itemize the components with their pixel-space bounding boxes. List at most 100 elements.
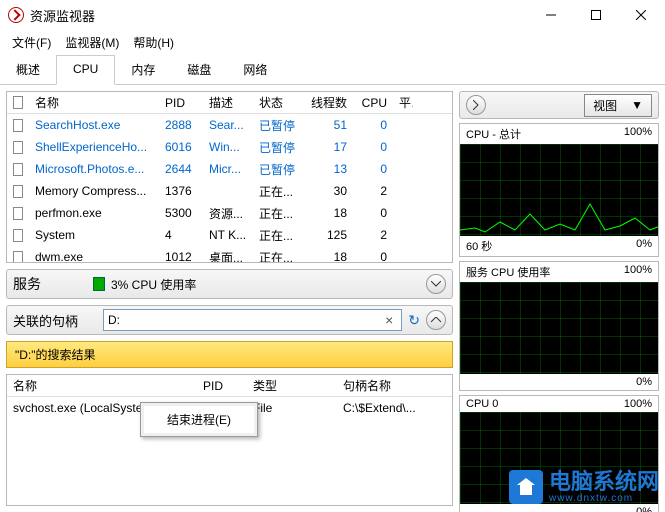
clear-search-icon[interactable]: × (385, 312, 393, 328)
window-title: 资源监视器 (30, 6, 528, 25)
handles-label: 关联的句柄 (13, 311, 103, 330)
row-checkbox[interactable] (13, 141, 23, 154)
table-row[interactable]: SearchHost.exe 2888 Sear... 已暂停 51 0 (7, 114, 452, 136)
services-cpu-text: 3% CPU 使用率 (111, 276, 196, 293)
process-table: 名称 PID 描述 状态 线程数 CPU 平... SearchHost.exe… (6, 91, 453, 263)
col-name[interactable]: 名称 (29, 94, 159, 111)
row-checkbox[interactable] (13, 251, 23, 263)
chart-foot-right: 0% (636, 376, 652, 388)
menu-file[interactable]: 文件(F) (12, 34, 51, 51)
process-table-header: 名称 PID 描述 状态 线程数 CPU 平... (7, 92, 452, 114)
col-threads[interactable]: 线程数 (303, 94, 353, 111)
cell-status: 已暂停 (253, 161, 303, 178)
titlebar[interactable]: 资源监视器 (0, 0, 665, 30)
expand-services-button[interactable] (426, 274, 446, 294)
table-row[interactable]: ShellExperienceHo... 6016 Win... 已暂停 17 … (7, 136, 452, 158)
col-avg[interactable]: 平... (393, 94, 413, 111)
cell-pid: 1012 (159, 250, 203, 262)
table-row[interactable]: dwm.exe 1012 桌面... 正在... 18 0 (7, 246, 452, 262)
hcol-name[interactable]: 名称 (7, 377, 197, 394)
maximize-button[interactable] (573, 0, 618, 30)
handles-table: 名称 PID 类型 句柄名称 svchost.exe (LocalSystemN… (6, 374, 453, 506)
menubar: 文件(F) 监视器(M) 帮助(H) (0, 30, 665, 55)
collapse-charts-button[interactable] (466, 95, 486, 115)
cpu-usage-icon (93, 277, 105, 291)
tab-overview[interactable]: 概述 (0, 55, 56, 84)
cell-threads: 17 (303, 140, 353, 154)
table-row[interactable]: System 4 NT K... 正在... 125 2 (7, 224, 452, 246)
tab-memory[interactable]: 内存 (115, 55, 171, 84)
cell-status: 已暂停 (253, 139, 303, 156)
cell-type: File (247, 401, 337, 415)
cell-desc: NT K... (203, 228, 253, 242)
row-checkbox[interactable] (13, 119, 23, 132)
view-dropdown[interactable]: 视图 ▼ (584, 94, 652, 117)
cell-pid: 5300 (159, 206, 203, 220)
tabs: 概述 CPU 内存 磁盘 网络 (0, 55, 665, 85)
handles-search[interactable]: × (103, 309, 402, 331)
resource-monitor-window: 资源监视器 文件(F) 监视器(M) 帮助(H) 概述 CPU 内存 磁盘 网络… (0, 0, 665, 512)
row-checkbox[interactable] (13, 229, 23, 242)
table-row[interactable]: Microsoft.Photos.e... 2644 Micr... 已暂停 1… (7, 158, 452, 180)
col-pid[interactable]: PID (159, 96, 203, 110)
cell-cpu: 0 (353, 140, 393, 154)
cell-name: Memory Compress... (29, 184, 159, 198)
cell-cpu: 0 (353, 162, 393, 176)
end-process-menuitem[interactable]: 结束进程(E) (144, 406, 254, 433)
charts-toolbar: 视图 ▼ (459, 91, 659, 119)
cell-threads: 18 (303, 206, 353, 220)
col-status[interactable]: 状态 (253, 94, 303, 111)
chart-foot-right: 0% (636, 238, 652, 254)
chart-title: 服务 CPU 使用率 (466, 264, 550, 280)
tab-network[interactable]: 网络 (227, 55, 283, 84)
row-checkbox[interactable] (13, 207, 23, 220)
table-row[interactable]: Memory Compress... 1376 正在... 30 2 (7, 180, 452, 202)
row-checkbox[interactable] (13, 185, 23, 198)
chart-max: 100% (624, 126, 652, 142)
cell-cpu: 0 (353, 118, 393, 132)
table-row[interactable]: perfmon.exe 5300 资源... 正在... 18 0 (7, 202, 452, 224)
cell-status: 已暂停 (253, 117, 303, 134)
cell-name: ShellExperienceHo... (29, 140, 159, 154)
hcol-hname[interactable]: 句柄名称 (337, 377, 452, 394)
cell-status: 正在... (253, 205, 303, 222)
chart: CPU - 总计100% 60 秒0% (459, 123, 659, 257)
collapse-handles-button[interactable] (426, 310, 446, 330)
handles-search-input[interactable] (108, 313, 381, 327)
search-results-bar: "D:"的搜索结果 (6, 341, 453, 368)
context-menu: 结束进程(E) (140, 402, 258, 437)
menu-help[interactable]: 帮助(H) (133, 34, 174, 51)
row-checkbox[interactable] (13, 163, 23, 176)
menu-monitor[interactable]: 监视器(M) (65, 34, 119, 51)
tab-disk[interactable]: 磁盘 (171, 55, 227, 84)
app-icon (8, 7, 24, 23)
cell-threads: 125 (303, 228, 353, 242)
cell-threads: 30 (303, 184, 353, 198)
cell-desc: 资源... (203, 205, 253, 222)
minimize-button[interactable] (528, 0, 573, 30)
services-label: 服务 (13, 274, 93, 294)
cell-desc: Sear... (203, 118, 253, 132)
watermark-sub: www.dnxtw.com (549, 493, 659, 504)
cell-pid: 4 (159, 228, 203, 242)
cell-threads: 13 (303, 162, 353, 176)
refresh-icon[interactable]: ↻ (408, 312, 420, 329)
hcol-type[interactable]: 类型 (247, 377, 337, 394)
close-button[interactable] (618, 0, 663, 30)
select-all-checkbox[interactable] (13, 96, 23, 109)
cell-name: System (29, 228, 159, 242)
tab-cpu[interactable]: CPU (56, 55, 115, 85)
cell-pid: 1376 (159, 184, 203, 198)
cell-pid: 2888 (159, 118, 203, 132)
services-header[interactable]: 服务 3% CPU 使用率 (6, 269, 453, 299)
chart-title: CPU 0 (466, 398, 498, 410)
cell-status: 正在... (253, 227, 303, 244)
cell-name: Microsoft.Photos.e... (29, 162, 159, 176)
col-cpu[interactable]: CPU (353, 96, 393, 110)
col-desc[interactable]: 描述 (203, 94, 253, 111)
hcol-pid[interactable]: PID (197, 379, 247, 393)
chart-canvas (460, 282, 658, 374)
cell-name: perfmon.exe (29, 206, 159, 220)
cell-hname: C:\$Extend\... (337, 401, 452, 415)
cell-pid: 2644 (159, 162, 203, 176)
